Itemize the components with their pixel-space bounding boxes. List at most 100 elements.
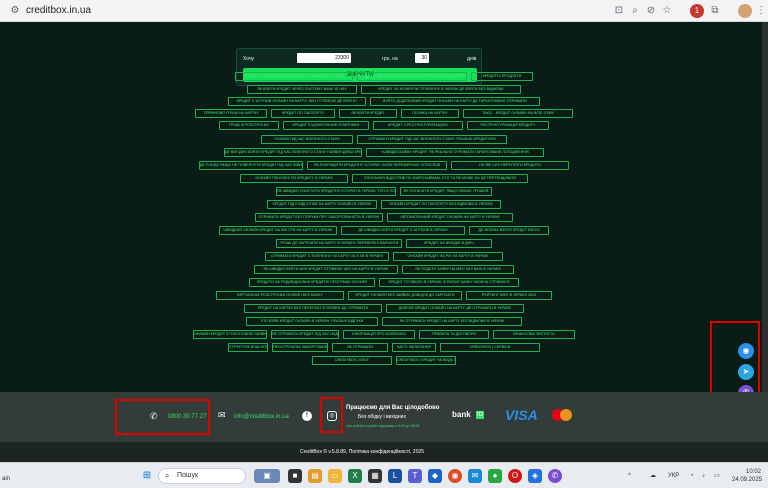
seo-tag-link[interactable]: КРЕДИТ З АВТОМАТИЧНИМ СХВАЛЕННЯМ ВАЛЮТ Д… bbox=[357, 72, 467, 81]
seo-tag-link[interactable]: ЯК ШВИДКО ОЧИСТИТИ КРЕДИТНУ ІСТОРІЮ В УК… bbox=[276, 187, 396, 196]
cloud-icon[interactable]: ☁ bbox=[650, 472, 656, 480]
tray-chevron-icon[interactable]: ^ bbox=[628, 472, 631, 480]
seo-tag-link[interactable]: НА ЯКІ СИЛ ПЕРЕГЛЯТИ КРЕДИТИ bbox=[451, 161, 569, 170]
widgets-icon[interactable]: ▣ bbox=[254, 469, 280, 483]
amount-field[interactable]: 23300 bbox=[297, 53, 351, 63]
seo-tag-link[interactable]: ЧАСТІ ЗАПИТАННЯ bbox=[392, 343, 436, 352]
seo-tag-link[interactable]: ОНЛАЙН КРЕДИТ З ГОЛОСОВОЮ ЗАЯВКОЮ ДЕ ШВИ… bbox=[193, 330, 267, 339]
seo-tag-link[interactable]: СТРУКТУРА ВЛАСНОСТІ bbox=[228, 343, 268, 352]
seo-tag-link[interactable]: ПРАВИЛА ТА ДОГОВОРИ bbox=[419, 330, 489, 339]
seo-tag-link[interactable]: ОТРИМАТИ КРЕДИТ ПІД ЧАС ВОЄННОГО СТАНУ: … bbox=[357, 135, 507, 144]
eye-off-icon[interactable]: ⊘ bbox=[644, 4, 658, 18]
seo-tag-link[interactable]: КРЕДИТ ПІД 0 ВІДСОТКІВ НА КАРТУ ОНЛАЙН В… bbox=[267, 200, 377, 209]
seo-tag-link[interactable]: ІНФОРМАЦІЯ ПРО КОМПАНІЮ bbox=[343, 330, 415, 339]
seo-tag-link[interactable]: ВЗЯТИ ДОДАТКОВИЙ КРЕДИТ ОНЛАЙН НА КАРТУ … bbox=[370, 97, 540, 106]
task-view-icon[interactable]: ■ bbox=[288, 469, 302, 483]
explorer-icon[interactable]: ▭ bbox=[328, 469, 342, 483]
email-link[interactable]: info@creditbox.in.ua bbox=[234, 413, 289, 421]
bookmark-star-icon[interactable]: ☆ bbox=[660, 4, 674, 18]
seo-tag-link[interactable]: КРЕДИТ ЗА НОМЕРОМ ТЕЛЕФОНУ В УКРАЇНІ ДЕ … bbox=[361, 85, 521, 94]
chrome-icon[interactable]: ◉ bbox=[448, 469, 462, 483]
files-icon[interactable]: ▤ bbox=[308, 469, 322, 483]
seo-tag-link[interactable]: КРЕДИТ ОНЛАЙН БЕЗ ЗАЙВИХ ДОВІДОК ДО ЗАРП… bbox=[348, 291, 462, 300]
profile-avatar[interactable] bbox=[738, 4, 752, 18]
seo-tag-link[interactable]: ДЕ Я БУДУ ЯКЩО НЕ ПОВЕРНУТИ КРЕДИТ ПІД Ч… bbox=[199, 161, 303, 170]
seo-tag-link[interactable]: КРЕДИТ НА КАРТКУ БЕЗ ПЕРЕПЛАТ В УКРАЇНІ:… bbox=[244, 304, 382, 313]
site-settings-icon[interactable]: ⚙ bbox=[8, 4, 22, 18]
wifi-icon[interactable]: ◔ bbox=[690, 472, 694, 480]
seo-tag-link[interactable]: ВІРТУАЛЬНА РОЗСТРОЧКА ОНЛАЙН БЕЗ БАНКУ bbox=[216, 291, 344, 300]
seo-tag-link[interactable]: ФІНАНСОВА ЗВІТНІСТЬ bbox=[493, 330, 575, 339]
seo-tag-link[interactable]: ДЕ ВИГІДНО ВЗЯТИ КРЕДИТ ПІД ЧАС ВОЄННОГО… bbox=[224, 148, 362, 157]
seo-tag-link[interactable]: КРЕДИТ З ЩОМІСЯЧНИМ ПЛАТЕЖЕМ bbox=[283, 121, 369, 130]
copyright-text[interactable]: CreditBox © v.5.8.89, Політика конфіденц… bbox=[300, 448, 424, 456]
seo-tag-link[interactable]: КРЕДИТ З РЕСТРУКТУРИЗАЦІЄЮ bbox=[373, 121, 463, 130]
seo-tag-link[interactable]: ДЕ МОЖНА ВЗЯТИ КРЕДИТ ВНОЧІ bbox=[469, 226, 549, 235]
seo-tag-link[interactable]: ОНЛАЙН КРЕДИТ НА РІК НА КАРТУ В УКРАЇНІ bbox=[393, 252, 503, 261]
seo-tag-link[interactable]: ТЕРМІНОВО ГРОШІ НА КАРТКУ bbox=[195, 109, 267, 118]
windows-start-icon[interactable]: ⊞ bbox=[140, 469, 154, 483]
seo-tag-link[interactable]: КРЕДИТ З 18 РОКІВ ОНЛАЙН НА КАРТУ: АБО Г… bbox=[228, 97, 366, 106]
extension-badge-icon[interactable]: 1 bbox=[690, 4, 704, 18]
facebook-icon[interactable]: f bbox=[302, 411, 312, 421]
seo-tag-link[interactable]: ШВИДКИЙ ОНЛАЙН КРЕДИТ НА 500 ГРН НА КАРТ… bbox=[219, 226, 337, 235]
seo-tag-link[interactable]: КРЕДИТ З РІЗНОЮ ПРОЦЕНТНОЮ СТАВКОЮ В УКР… bbox=[235, 72, 353, 81]
browser-address-bar[interactable]: ⚙ creditbox.in.ua ⊡ ⌕ ⊘ ☆ 1 ⧉ ⋮ bbox=[0, 0, 768, 22]
seo-tag-link[interactable]: ПОЗИКА НА КАРТКУ bbox=[401, 109, 459, 118]
taskbar-search[interactable]: ⌕ Пошук bbox=[158, 468, 246, 484]
seo-tag-link[interactable]: ОТРИМАТИ КРЕДИТ БЕЗ ПОРУКИ ПРО ЗАБОРГОВА… bbox=[255, 213, 383, 222]
install-app-icon[interactable]: ⊡ bbox=[612, 4, 626, 18]
seo-tag-link[interactable]: ГРОШІ ДО ЗАРПЛАТИ НА КАРТУ В УКРАЇНІ: ПЕ… bbox=[276, 239, 402, 248]
dropbox-icon[interactable]: ◆ bbox=[428, 469, 442, 483]
seo-tag-link[interactable]: РЕСТРУКТУРИЗАЦІЯ КРЕДИТУ bbox=[467, 121, 549, 130]
seo-tag-link[interactable]: ЯК ПОДАТИ ЗАЯВУ НА МФО ЗАЗ ВАНІ В УКРАЇН… bbox=[402, 265, 514, 274]
seo-tag-link[interactable]: ОНЛАЙН ПЕНСІЙНІ ПО КРЕДИТУ В УКРАЇНІ bbox=[240, 174, 348, 183]
zoom-icon[interactable]: ⌕ bbox=[628, 4, 642, 18]
seo-tag-link[interactable]: ЯК ОТРИМАТИ bbox=[332, 343, 388, 352]
menu-icon[interactable]: ⋮ bbox=[754, 4, 768, 18]
seo-tag-link[interactable]: ГРОШІ В РОЗСТРОЧКУ bbox=[219, 121, 279, 130]
telegram-icon[interactable]: ➤ bbox=[738, 364, 754, 380]
phone-link[interactable]: 0800 30 77 27 bbox=[168, 413, 206, 421]
battery-icon[interactable]: ▭ bbox=[714, 472, 720, 480]
mail-app-icon[interactable]: ✉ bbox=[468, 469, 482, 483]
viber-app-icon[interactable]: ✆ bbox=[548, 469, 562, 483]
seo-tag-link[interactable]: ПРОСТРОЧЕНА ЗАБОРГОВАНІСТЬ bbox=[272, 343, 328, 352]
seo-tag-link[interactable]: CREDITBOX | КРЕДИТ НА ВОДЬ ЯКІ ПОКУПКИ bbox=[396, 356, 456, 365]
seo-tag-link[interactable]: СПИСАННЯ ВІДСОТКІВ ПО МІКРОЗАЙМАМ: ХТО Т… bbox=[352, 174, 528, 183]
seo-tag-link[interactable]: ДЕ ШВИДКО ВЗЯТИ КРЕДИТ З 18 РОКІВ В УКРА… bbox=[341, 226, 465, 235]
seo-tag-link[interactable]: КРЕДИТ ГОТІВКОЮ В УКРАЇНІ: В ЯКОМУ БАНКУ… bbox=[379, 278, 519, 287]
volume-icon[interactable]: ♪ bbox=[702, 472, 705, 480]
seo-tag-link[interactable]: РЕЙТИНГ МФО В УКРАЇНІ 2024 bbox=[466, 291, 552, 300]
seo-tag-link[interactable]: КРЕДИТ ПО ПАСПОРТУ bbox=[271, 109, 335, 118]
opera-icon[interactable]: O bbox=[508, 469, 522, 483]
language-indicator[interactable]: УКР bbox=[668, 472, 679, 480]
seo-tag-link[interactable]: ДОВГИЙ КРЕДИТ ОНЛАЙН НА КАРТУ: ДЕ ОТРИМА… bbox=[386, 304, 524, 313]
seo-tag-link[interactable]: ЯК ПОКРАЩИТИ КРЕДИТНУ ІСТОРІЮ: ВІСІМ ПЕР… bbox=[307, 161, 447, 170]
seo-tag-link[interactable]: CREDITBOX | БЛОГ bbox=[312, 356, 392, 365]
extensions-icon[interactable]: ⧉ bbox=[708, 4, 722, 18]
app-green-icon[interactable]: ● bbox=[488, 469, 502, 483]
seo-tag-link[interactable]: ОТРИМАТИ КРЕДИТ З ТЕЛЕФОНУ НА КАРТУ ЗА 5… bbox=[265, 252, 389, 261]
app-icon[interactable]: ▦ bbox=[368, 469, 382, 483]
seo-tag-link[interactable]: ЯК ВЗЯТИ КРЕДИТ bbox=[339, 109, 397, 118]
seo-tag-link[interactable]: КРЕДИТНІ ПРОДУКТИ bbox=[471, 72, 533, 81]
store-icon[interactable]: ◈ bbox=[528, 469, 542, 483]
excel-icon[interactable]: X bbox=[348, 469, 362, 483]
seo-tag-link[interactable]: КРЕДИТИ НА РЕДИВІДУАЛЬНІ КРЕДИТНІ ПРОГРА… bbox=[249, 278, 375, 287]
clock-date[interactable]: 24.09.2025 bbox=[732, 476, 762, 484]
seo-tag-link[interactable]: ЯК ОТРИМАТИ КРЕДИТ ПІД ЧАС НАДЗВИЧАЙНИХ … bbox=[271, 330, 339, 339]
seo-tag-link[interactable]: КРЕДИТ НА ВИХІДНІ В ДНІЧ bbox=[406, 239, 492, 248]
seo-tag-link[interactable]: «ШВИДКОЗАЙМ» КРЕДИТ: ЯК РЕАЛЬНО ОТРИМАТИ… bbox=[366, 148, 544, 157]
editor-icon[interactable]: L bbox=[388, 469, 402, 483]
seo-tag-link[interactable]: CREDITBOX | СЕРВІСИ bbox=[440, 343, 540, 352]
seo-tag-link[interactable]: ХТО ВЗЯВ КРЕДИТ ОНЛАЙН В УКРАЇНІ: РЕАЛЬН… bbox=[246, 317, 378, 326]
seo-tag-link[interactable]: ОНЛАЙН КРЕДИТ ПО ПАСПОРТУ БЕЗ ВІДМОВИ В … bbox=[381, 200, 501, 209]
seo-tag-link[interactable]: ПОЗИКА ПІД ЧАС ВОЄННОГО СТАНУ bbox=[261, 135, 353, 144]
seo-tag-link[interactable]: ЯК ШВИДКО ВЗЯТИ МІНІ КРЕДИТ ГОТІВКОЮ АБО… bbox=[254, 265, 398, 274]
seo-tag-link[interactable]: ЯК ПОГАСИТИ КРЕДИТ, ЯКЩО НЕМАЄ ГРОШЕЙ bbox=[400, 187, 492, 196]
url-text[interactable]: creditbox.in.ua bbox=[26, 4, 91, 18]
seo-tag-link[interactable]: АВТОМАТИЧНИЙ КРЕДИТ ОНЛАЙН НА КАРТУ В УК… bbox=[387, 213, 513, 222]
seo-tag-link[interactable]: ТАКСІ - КРЕДИТ ОНЛАЙН НА ВСЮ СУМУ bbox=[463, 109, 573, 118]
clock-time[interactable]: 10:02 bbox=[746, 468, 761, 476]
